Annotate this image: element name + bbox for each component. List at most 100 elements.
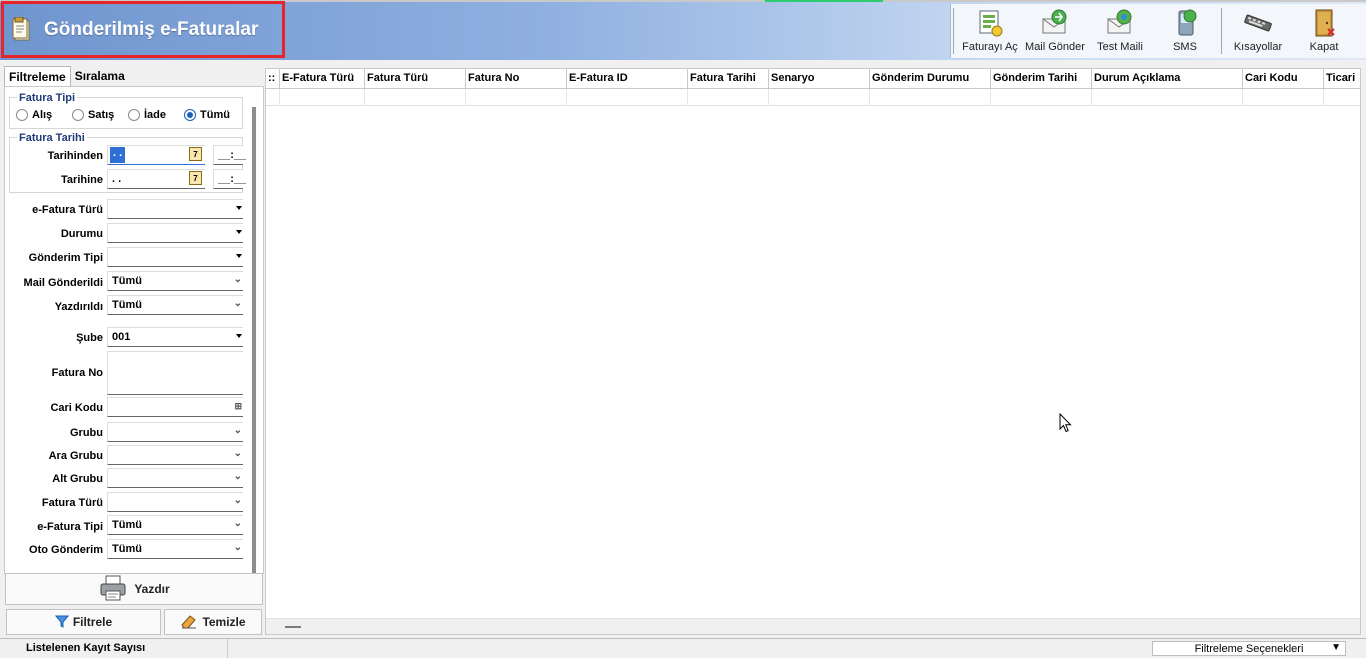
sms-label: SMS [1173,41,1197,53]
toolbar: Faturayı Aç Mail Gönder Test Maili SMS K… [950,4,1366,58]
lookup-icon[interactable]: ⊞ [234,401,242,412]
dropdown-arrow-icon [236,254,242,258]
efatura-tipi-label: e-Fatura Tipi [37,521,103,533]
clear-label: Temizle [202,615,246,629]
dropdown-arrow-icon [236,206,242,210]
table-cell [769,89,870,106]
filter-button[interactable]: Filtrele [6,609,161,635]
calendar-icon[interactable]: 7 [189,171,202,185]
time-value: __:__ [218,173,247,185]
efatura-turu-select[interactable] [107,199,243,219]
column-header[interactable]: Senaryo [769,69,870,89]
funnel-icon [54,614,69,631]
chevron-down-icon: ▼ [1331,642,1341,653]
test-mail-button[interactable]: Test Maili [1089,4,1151,58]
efatura-tipi-value: Tümü [112,519,142,531]
radio-dot [16,109,28,121]
table-cell [266,89,280,106]
chevron-down-icon: ⌄ [233,448,242,459]
document-icon [12,16,34,43]
column-header[interactable]: Cari Kodu [1243,69,1324,89]
tarihinden-time-input[interactable]: __:__ [213,145,246,165]
filter-scrollbar[interactable] [252,107,256,573]
table-cell [991,89,1092,106]
shortcuts-label: Kısayollar [1233,41,1283,53]
calendar-icon[interactable]: 7 [189,147,202,161]
cari-kodu-label: Cari Kodu [50,402,103,414]
window-title-box: Gönderilmiş e-Faturalar [1,1,285,58]
table-row[interactable] [266,89,1360,106]
table-cell [1092,89,1243,106]
column-header[interactable]: Fatura Türü [365,69,466,89]
sube-select[interactable]: 001 [107,327,243,347]
keyboard-icon [1242,7,1274,39]
tarihine-input[interactable]: . . 7 [107,169,205,189]
radio-dot [72,109,84,121]
results-grid: :: E-Fatura Türü Fatura Türü Fatura No E… [265,68,1361,635]
yazdirildi-select[interactable]: Tümü ⌄ [107,295,243,315]
gonderim-tipi-select[interactable] [107,247,243,267]
row-handle-header[interactable]: :: [266,69,280,89]
chevron-down-icon: ⌄ [233,425,242,436]
status-bar: Listelenen Kayıt Sayısı Filtreleme Seçen… [0,638,1366,658]
efatura-tipi-select[interactable]: Tümü ⌄ [107,515,243,535]
column-header[interactable]: Fatura No [466,69,567,89]
grubu-select[interactable]: ⌄ [107,422,243,442]
column-header[interactable]: Durum Açıklama [1092,69,1243,89]
sube-label: Şube [76,332,103,344]
ara-grubu-label: Ara Grubu [48,450,103,462]
tarihine-time-input[interactable]: __:__ [213,169,247,189]
tarihine-label: Tarihine [61,174,103,186]
shortcuts-button[interactable]: Kısayollar [1227,4,1289,58]
open-invoice-button[interactable]: Faturayı Aç [959,4,1021,58]
chevron-down-icon: ⌄ [233,298,242,309]
radio-satis[interactable]: Satış [72,109,114,121]
durumu-select[interactable] [107,223,243,243]
column-header[interactable]: Fatura Tarihi [688,69,769,89]
tab-siralama[interactable]: Sıralama [71,66,129,86]
column-header[interactable]: Gönderim Tarihi [991,69,1092,89]
mail-send-button[interactable]: Mail Gönder [1024,4,1086,58]
table-cell [365,89,466,106]
printer-icon [98,574,128,605]
column-header[interactable]: E-Fatura Türü [280,69,365,89]
grubu-label: Grubu [70,427,103,439]
column-header[interactable]: Gönderim Durumu [870,69,991,89]
radio-alis[interactable]: Alış [16,109,52,121]
dropdown-arrow-icon [236,230,242,234]
grid-footer [266,618,1360,634]
sms-button[interactable]: SMS [1154,4,1216,58]
print-button[interactable]: Yazdır [5,573,263,605]
fatura-no-label: Fatura No [51,367,103,379]
column-header[interactable]: Ticari [1324,69,1360,89]
tab-filtreleme[interactable]: Filtreleme [4,66,71,86]
column-header[interactable]: E-Fatura ID [567,69,688,89]
eraser-icon [180,613,198,632]
invoice-open-icon [974,7,1006,39]
chevron-down-icon: ⌄ [233,495,242,506]
ara-grubu-select[interactable]: ⌄ [107,445,243,465]
mail-gonderildi-label: Mail Gönderildi [23,277,103,289]
radio-tumu[interactable]: Tümü [184,109,230,121]
close-button[interactable]: Kapat [1293,4,1355,58]
alt-grubu-select[interactable]: ⌄ [107,468,243,488]
mail-gonderildi-value: Tümü [112,275,142,287]
tarihine-value: . . [112,173,122,185]
tab-filtreleme-label: Filtreleme [9,70,66,84]
table-cell [567,89,688,106]
oto-gonderim-value: Tümü [112,543,142,555]
fatura-turu-select[interactable]: ⌄ [107,492,243,512]
radio-alis-label: Alış [32,109,53,121]
radio-iade[interactable]: İade [128,109,166,121]
table-cell [1243,89,1324,106]
clear-button[interactable]: Temizle [164,609,262,635]
filter-options-dropdown[interactable]: Filtreleme Seçenekleri ▼ [1152,641,1346,656]
mail-gonderildi-select[interactable]: Tümü ⌄ [107,271,243,291]
cari-kodu-input[interactable]: ⊞ [107,397,243,417]
efatura-turu-label: e-Fatura Türü [32,204,103,216]
tarihinden-input[interactable]: . . 7 [107,145,205,165]
radio-dot [128,109,140,121]
oto-gonderim-select[interactable]: Tümü ⌄ [107,539,243,559]
fatura-no-input[interactable] [107,351,243,395]
filter-panel: Fatura Tipi Alış Satış İade Tümü Fatura … [4,86,264,574]
